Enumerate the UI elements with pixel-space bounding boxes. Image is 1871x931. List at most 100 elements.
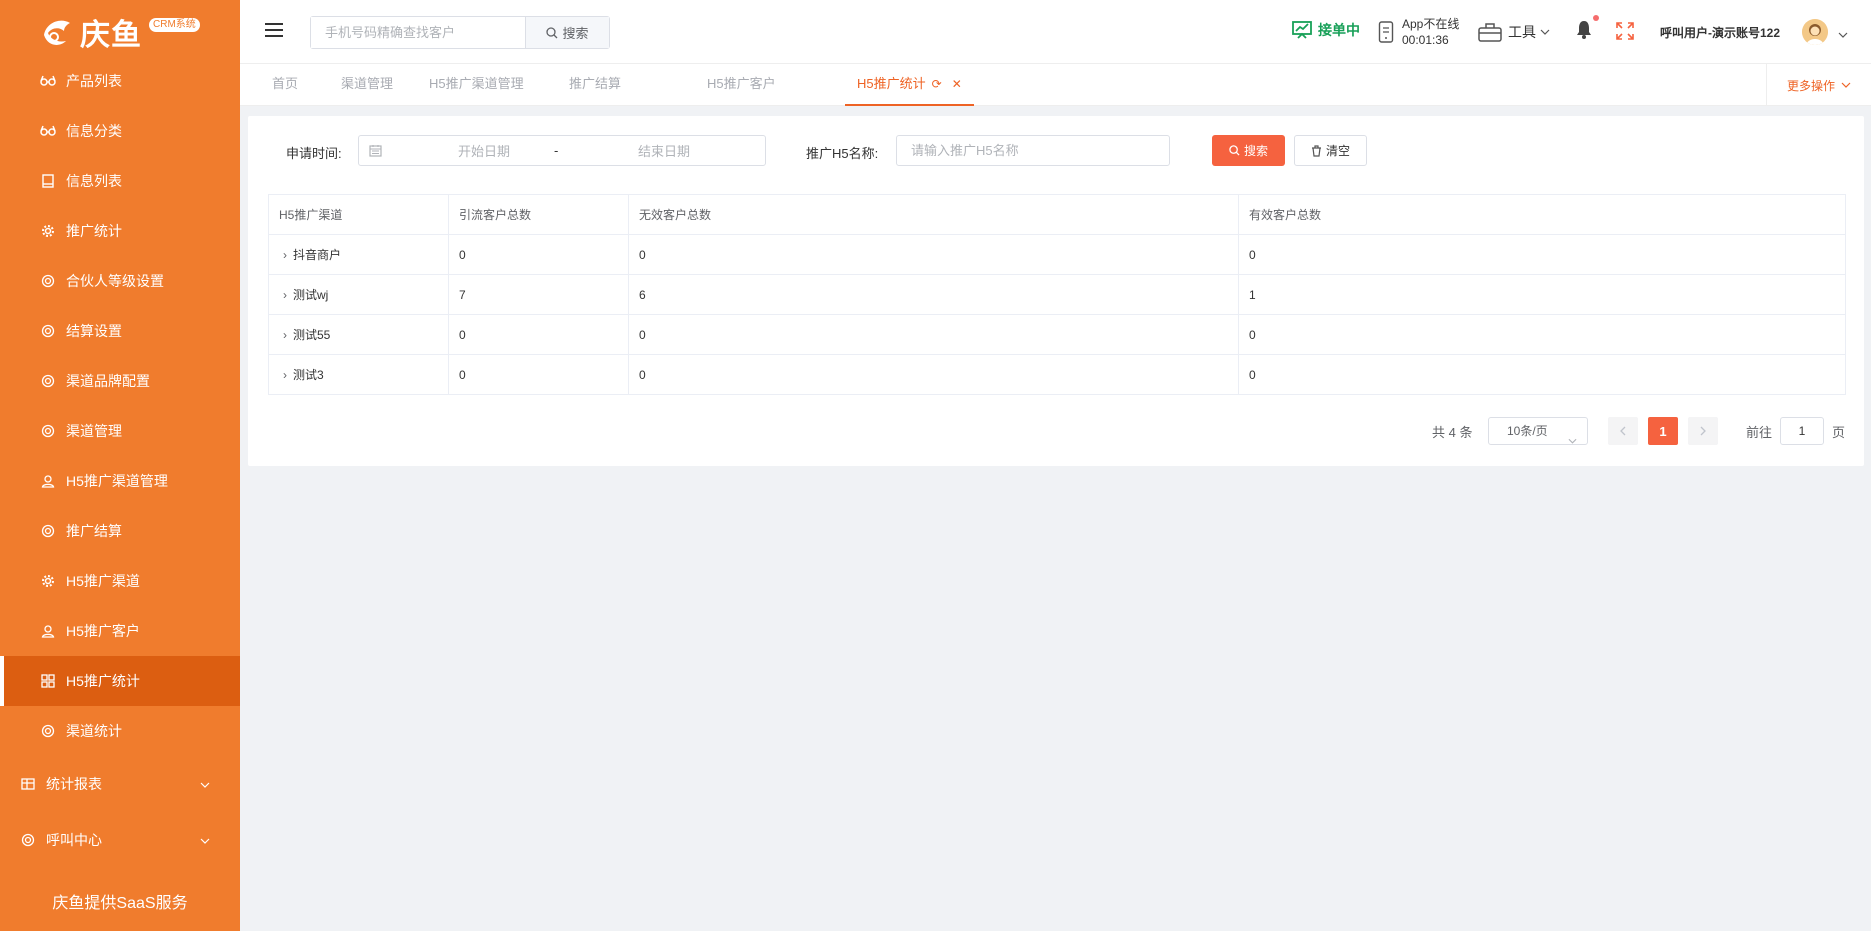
logo-text: 庆鱼 <box>80 18 142 53</box>
sidebar-item-h5-stats[interactable]: H5推广统计 <box>0 656 240 706</box>
page-size-select[interactable]: 10条/页 <box>1488 417 1588 445</box>
sidebar-item-label: 结算设置 <box>66 323 122 339</box>
sidebar-item-channel-management[interactable]: 渠道管理 <box>0 406 240 456</box>
fullscreen-icon[interactable] <box>1616 22 1634 43</box>
chevron-right-icon[interactable]: › <box>283 368 287 382</box>
glasses-icon <box>40 73 56 89</box>
column-header[interactable]: 无效客户总数 <box>628 194 1239 235</box>
sidebar-item-h5-customers[interactable]: H5推广客户 <box>0 606 240 656</box>
tab-promo-settlement[interactable]: 推广结算 <box>569 64 621 106</box>
page-number-current[interactable]: 1 <box>1648 417 1678 445</box>
start-date-input[interactable]: 开始日期 <box>429 141 539 160</box>
page-suffix: 页 <box>1832 425 1846 440</box>
column-header[interactable]: 有效客户总数 <box>1238 194 1846 235</box>
customer-search-button[interactable]: 搜索 <box>525 17 609 48</box>
sidebar-item-label: 信息列表 <box>66 173 122 189</box>
sidebar-item-label: 渠道统计 <box>66 723 122 739</box>
clear-button[interactable]: 清空 <box>1294 135 1367 166</box>
sidebar-item-settlement-settings[interactable]: 结算设置 <box>0 306 240 356</box>
tab-home[interactable]: 首页 <box>272 64 298 106</box>
sidebar-item-partner-level[interactable]: 合伙人等级设置 <box>0 256 240 306</box>
chevron-down-icon <box>1841 82 1851 88</box>
end-date-input[interactable]: 结束日期 <box>609 141 719 160</box>
table-cell: 0 <box>448 314 629 355</box>
tools-menu[interactable]: 工具 <box>1478 22 1550 42</box>
sidebar-item-label: H5推广渠道管理 <box>66 473 168 489</box>
sidebar-item-channel-brand[interactable]: 渠道品牌配置 <box>0 356 240 406</box>
sidebar-menu: 产品列表 信息分类 信息列表 推广统计 合伙人等级设置 结算设置 渠道品牌配置 <box>0 56 240 868</box>
gear-icon <box>40 273 56 289</box>
gear-icon <box>20 832 36 848</box>
sidebar-item-channel-stats[interactable]: 渠道统计 <box>0 706 240 756</box>
app-status-text: App不在线 <box>1402 17 1460 31</box>
date-range-picker[interactable]: 开始日期 - 结束日期 <box>358 135 766 166</box>
sidebar-group-reports[interactable]: 统计报表 <box>0 756 240 812</box>
trash-icon <box>1311 144 1321 157</box>
date-filter-label: 申请时间: <box>286 146 342 161</box>
sidebar-item-promo-stats[interactable]: 推广统计 <box>0 206 240 256</box>
tab-h5-stats[interactable]: H5推广统计 ⟳ ✕ <box>845 64 974 106</box>
close-icon[interactable]: ✕ <box>952 77 962 91</box>
table-cell: › 测试3 <box>268 354 449 395</box>
tab-h5-channel-management[interactable]: H5推广渠道管理 <box>429 64 524 106</box>
user-name[interactable]: 呼叫用户-演示账号122 <box>1660 24 1780 41</box>
sidebar-item-h5-channel-management[interactable]: H5推广渠道管理 <box>0 456 240 506</box>
tab-channel-management[interactable]: 渠道管理 <box>341 64 393 106</box>
chevron-right-icon[interactable]: › <box>283 288 287 302</box>
table-cell: 0 <box>448 354 629 395</box>
sidebar-item-info-category[interactable]: 信息分类 <box>0 106 240 156</box>
table-cell: 7 <box>448 274 629 315</box>
receiving-status-label: 接单中 <box>1318 22 1360 38</box>
column-header[interactable]: 引流客户总数 <box>448 194 629 235</box>
table-row[interactable]: › 抖音商户 0 0 0 <box>268 234 1846 275</box>
customer-search-input[interactable] <box>311 17 525 48</box>
chevron-right-icon[interactable]: › <box>283 248 287 262</box>
stats-table: H5推广渠道 引流客户总数 无效客户总数 有效客户总数 › 抖音商户 0 0 0 … <box>268 194 1846 395</box>
table-cell: 0 <box>628 234 1239 275</box>
refresh-icon[interactable]: ⟳ <box>932 77 942 91</box>
search-icon <box>546 26 558 38</box>
notification-bell-icon[interactable] <box>1576 20 1592 42</box>
app-status[interactable]: App不在线 00:01:36 <box>1378 16 1459 48</box>
tools-label: 工具 <box>1508 24 1536 40</box>
customer-search: 搜索 <box>310 16 610 49</box>
user-icon <box>40 623 56 639</box>
chevron-down-icon <box>200 775 210 791</box>
chevron-right-icon <box>1700 426 1706 436</box>
next-page-button[interactable] <box>1688 417 1718 445</box>
goto-page-input[interactable] <box>1780 417 1824 445</box>
hamburger-menu-icon[interactable] <box>264 22 284 41</box>
sidebar-group-call-center[interactable]: 呼叫中心 <box>0 812 240 868</box>
table-cell: 0 <box>1238 234 1846 275</box>
h5-name-input[interactable] <box>896 135 1170 166</box>
gear-icon <box>40 423 56 439</box>
chevron-down-icon[interactable] <box>1838 26 1848 41</box>
channel-name: 测试wj <box>293 288 329 302</box>
grid-icon <box>40 673 56 689</box>
sidebar-item-h5-channel[interactable]: H5推广渠道 <box>0 556 240 606</box>
search-button[interactable]: 搜索 <box>1212 135 1285 166</box>
gear-icon <box>40 523 56 539</box>
logo[interactable]: 庆鱼 CRM系统 <box>0 0 240 64</box>
sidebar-item-product-list[interactable]: 产品列表 <box>0 56 240 106</box>
channel-name: 测试3 <box>293 368 324 382</box>
sidebar-item-promo-settlement[interactable]: 推广结算 <box>0 506 240 556</box>
prev-page-button[interactable] <box>1608 417 1638 445</box>
sidebar-item-label: 产品列表 <box>66 73 122 89</box>
chevron-right-icon[interactable]: › <box>283 328 287 342</box>
table-cell: 0 <box>448 234 629 275</box>
receiving-status[interactable]: 接单中 <box>1292 20 1360 40</box>
table-row[interactable]: › 测试3 0 0 0 <box>268 354 1846 395</box>
avatar[interactable] <box>1802 19 1828 45</box>
gear-icon <box>40 223 56 239</box>
sidebar-item-info-list[interactable]: 信息列表 <box>0 156 240 206</box>
sidebar-item-label: H5推广渠道 <box>66 573 140 589</box>
table-cell: 0 <box>1238 354 1846 395</box>
table-row[interactable]: › 测试55 0 0 0 <box>268 314 1846 355</box>
table-cell: › 抖音商户 <box>268 234 449 275</box>
sidebar-item-label: H5推广客户 <box>66 623 140 639</box>
column-header[interactable]: H5推广渠道 <box>268 194 449 235</box>
tab-h5-customers[interactable]: H5推广客户 <box>707 64 776 106</box>
table-row[interactable]: › 测试wj 7 6 1 <box>268 274 1846 315</box>
more-operations[interactable]: 更多操作 <box>1766 64 1871 106</box>
